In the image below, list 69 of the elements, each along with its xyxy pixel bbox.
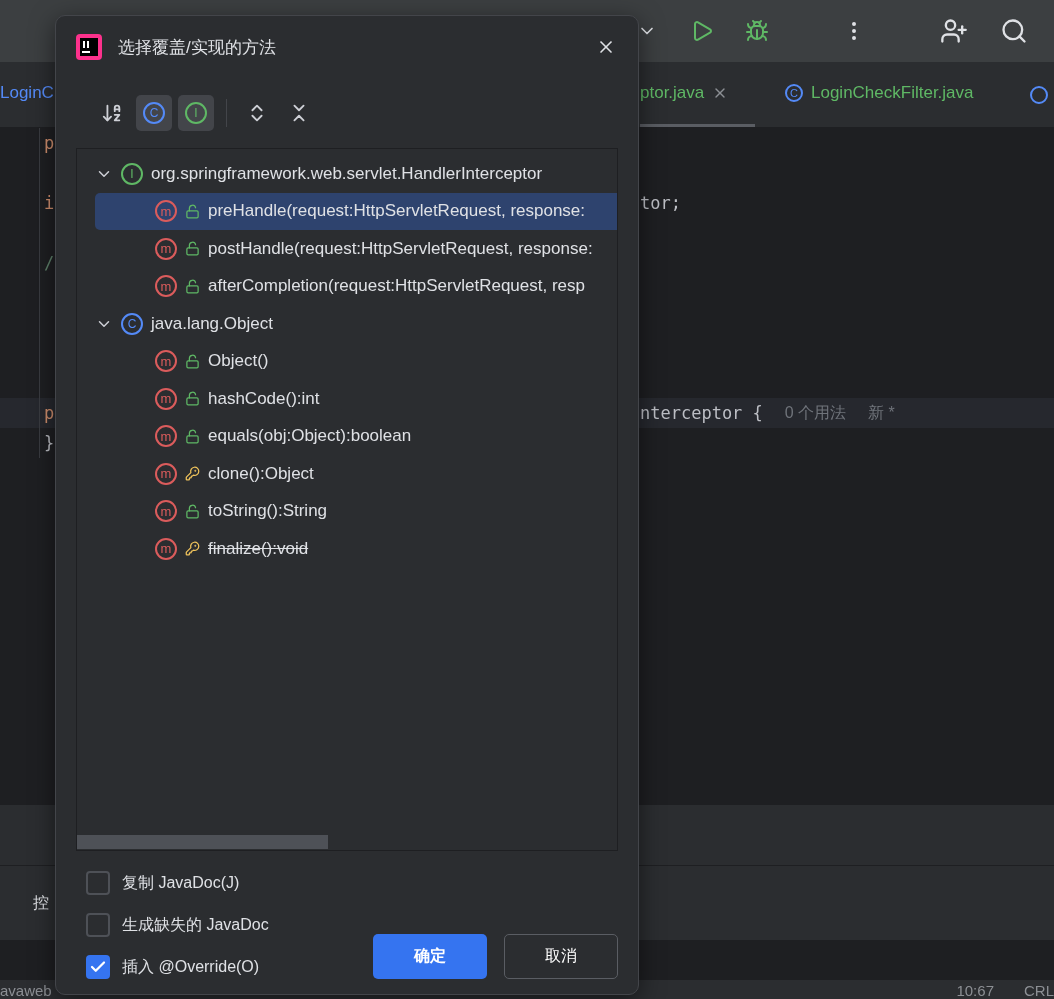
tab-label: ptor.java — [640, 83, 705, 103]
add-user-icon[interactable] — [940, 17, 968, 45]
open-lock-icon — [185, 391, 200, 407]
method-icon: m — [155, 500, 177, 523]
open-lock-icon — [185, 428, 200, 444]
option-label: 复制 JavaDoc(J) — [122, 872, 240, 893]
checkbox[interactable] — [86, 871, 110, 895]
type-name: java.lang.Object — [151, 313, 273, 334]
tree-group[interactable]: C java.lang.Object — [95, 305, 617, 343]
code-text: p — [44, 403, 55, 423]
app-logo-icon — [76, 34, 102, 60]
badge-icon: I — [185, 102, 207, 124]
open-lock-icon — [185, 203, 200, 219]
method-icon: m — [155, 350, 177, 373]
code-text: p — [44, 133, 55, 153]
badge-icon: C — [785, 84, 803, 102]
key-icon — [185, 541, 200, 557]
badge-icon: I — [121, 162, 143, 185]
checkbox[interactable] — [86, 913, 110, 937]
editor-tab[interactable]: C LoginCheckFilter.java — [755, 62, 1030, 127]
method-item[interactable]: m equals(obj:Object):boolean — [95, 417, 617, 455]
debug-bug-icon[interactable] — [744, 19, 769, 43]
breadcrumb[interactable]: avaweb — [0, 982, 52, 999]
inlay-hint: 0 个用法 — [784, 402, 847, 423]
type-name: org.springframework.web.servlet.HandlerInterceptor — [151, 163, 543, 184]
checkbox[interactable] — [86, 955, 110, 979]
open-lock-icon — [185, 278, 200, 294]
search-icon[interactable] — [1000, 17, 1028, 45]
sort-icon — [101, 102, 123, 124]
method-item[interactable]: m toString():String — [95, 492, 617, 530]
code-text: } — [44, 433, 55, 453]
open-lock-icon — [185, 503, 200, 519]
option-label: 生成缺失的 JavaDoc — [122, 914, 269, 935]
view-toggle[interactable]: I — [178, 95, 214, 131]
key-icon — [185, 466, 200, 482]
open-lock-icon — [185, 241, 200, 257]
method-item[interactable]: m Object() — [95, 342, 617, 380]
tool-window-tab[interactable]: 控 — [33, 892, 49, 914]
method-icon: m — [155, 200, 177, 223]
method-icon: m — [155, 425, 177, 448]
ok-button[interactable]: 确定 — [373, 934, 487, 979]
method-item[interactable]: m clone():Object — [95, 455, 617, 493]
method-icon: m — [155, 537, 177, 560]
method-icon: m — [155, 237, 177, 260]
code-text: tor; — [640, 193, 681, 213]
method-icon: m — [155, 275, 177, 298]
open-lock-icon — [185, 353, 200, 369]
code-text: i — [44, 193, 55, 213]
circle-icon — [1030, 86, 1048, 104]
scrollbar-thumb[interactable] — [77, 835, 328, 849]
line-ending[interactable]: CRL — [1024, 982, 1054, 999]
cancel-button[interactable]: 取消 — [504, 934, 618, 979]
cursor-position[interactable]: 10:67 — [956, 982, 994, 999]
option-label: 插入 @Override(O) — [122, 956, 260, 977]
badge-icon: C — [121, 312, 143, 335]
method-icon: m — [155, 462, 177, 485]
method-item[interactable]: m hashCode():int — [95, 380, 617, 418]
dialog-title: 选择覆盖/实现的方法 — [118, 36, 277, 59]
badge-icon: C — [143, 102, 165, 124]
code-text: / — [44, 253, 55, 273]
tab-label: LoginCheckFilter.java — [811, 83, 974, 103]
inlay-hint: 新 * — [868, 402, 895, 423]
method-item[interactable]: m finalize():void — [95, 530, 617, 568]
method-item[interactable]: m preHandle(request:HttpServletRequest, response: — [95, 192, 617, 230]
method-item[interactable]: m postHandle(request:HttpServletRequest, response: — [95, 230, 617, 268]
code-text: nterceptor { — [640, 403, 763, 423]
method-item[interactable]: m afterCompletion(request:HttpServletRequest, resp — [95, 267, 617, 305]
method-icon: m — [155, 387, 177, 410]
tree-group[interactable]: I org.springframework.web.servlet.HandlerInterceptor — [95, 155, 617, 193]
